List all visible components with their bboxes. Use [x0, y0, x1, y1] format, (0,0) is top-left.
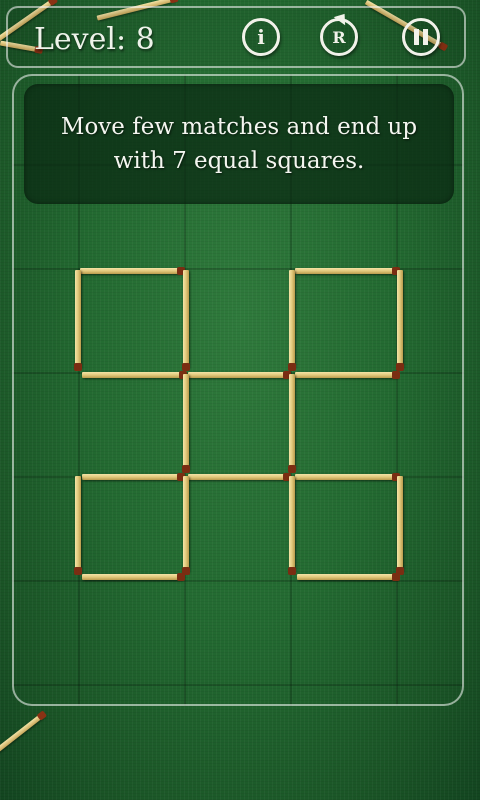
restart-icon: R [332, 27, 346, 47]
match[interactable] [188, 473, 291, 481]
match[interactable] [182, 270, 190, 371]
match[interactable] [74, 270, 82, 371]
instruction-panel: Move few matches and end up with 7 equal… [24, 84, 454, 204]
match[interactable] [188, 371, 291, 379]
match[interactable] [288, 270, 296, 371]
decorative-match [0, 710, 48, 761]
match[interactable] [295, 267, 400, 275]
match[interactable] [295, 371, 400, 379]
match[interactable] [288, 374, 296, 473]
match[interactable] [82, 371, 187, 379]
match[interactable] [297, 573, 400, 581]
match[interactable] [396, 476, 404, 575]
pause-icon [414, 29, 428, 45]
info-button[interactable]: i [242, 18, 280, 56]
match[interactable] [295, 473, 400, 481]
restart-button[interactable]: R [320, 18, 358, 56]
instruction-text: Move few matches and end up with 7 equal… [41, 110, 437, 178]
match[interactable] [80, 267, 185, 275]
match[interactable] [82, 473, 185, 481]
match[interactable] [182, 476, 190, 575]
match[interactable] [396, 270, 404, 371]
info-icon: i [257, 25, 265, 49]
instruction-line-1: Move few matches and end up [60, 114, 418, 140]
instruction-line-2: with 7 equal squares. [113, 148, 365, 174]
match[interactable] [74, 476, 82, 575]
match[interactable] [288, 476, 296, 575]
match[interactable] [82, 573, 185, 581]
level-label: Level: 8 [34, 22, 155, 57]
match[interactable] [182, 374, 190, 473]
pause-button[interactable] [402, 18, 440, 56]
